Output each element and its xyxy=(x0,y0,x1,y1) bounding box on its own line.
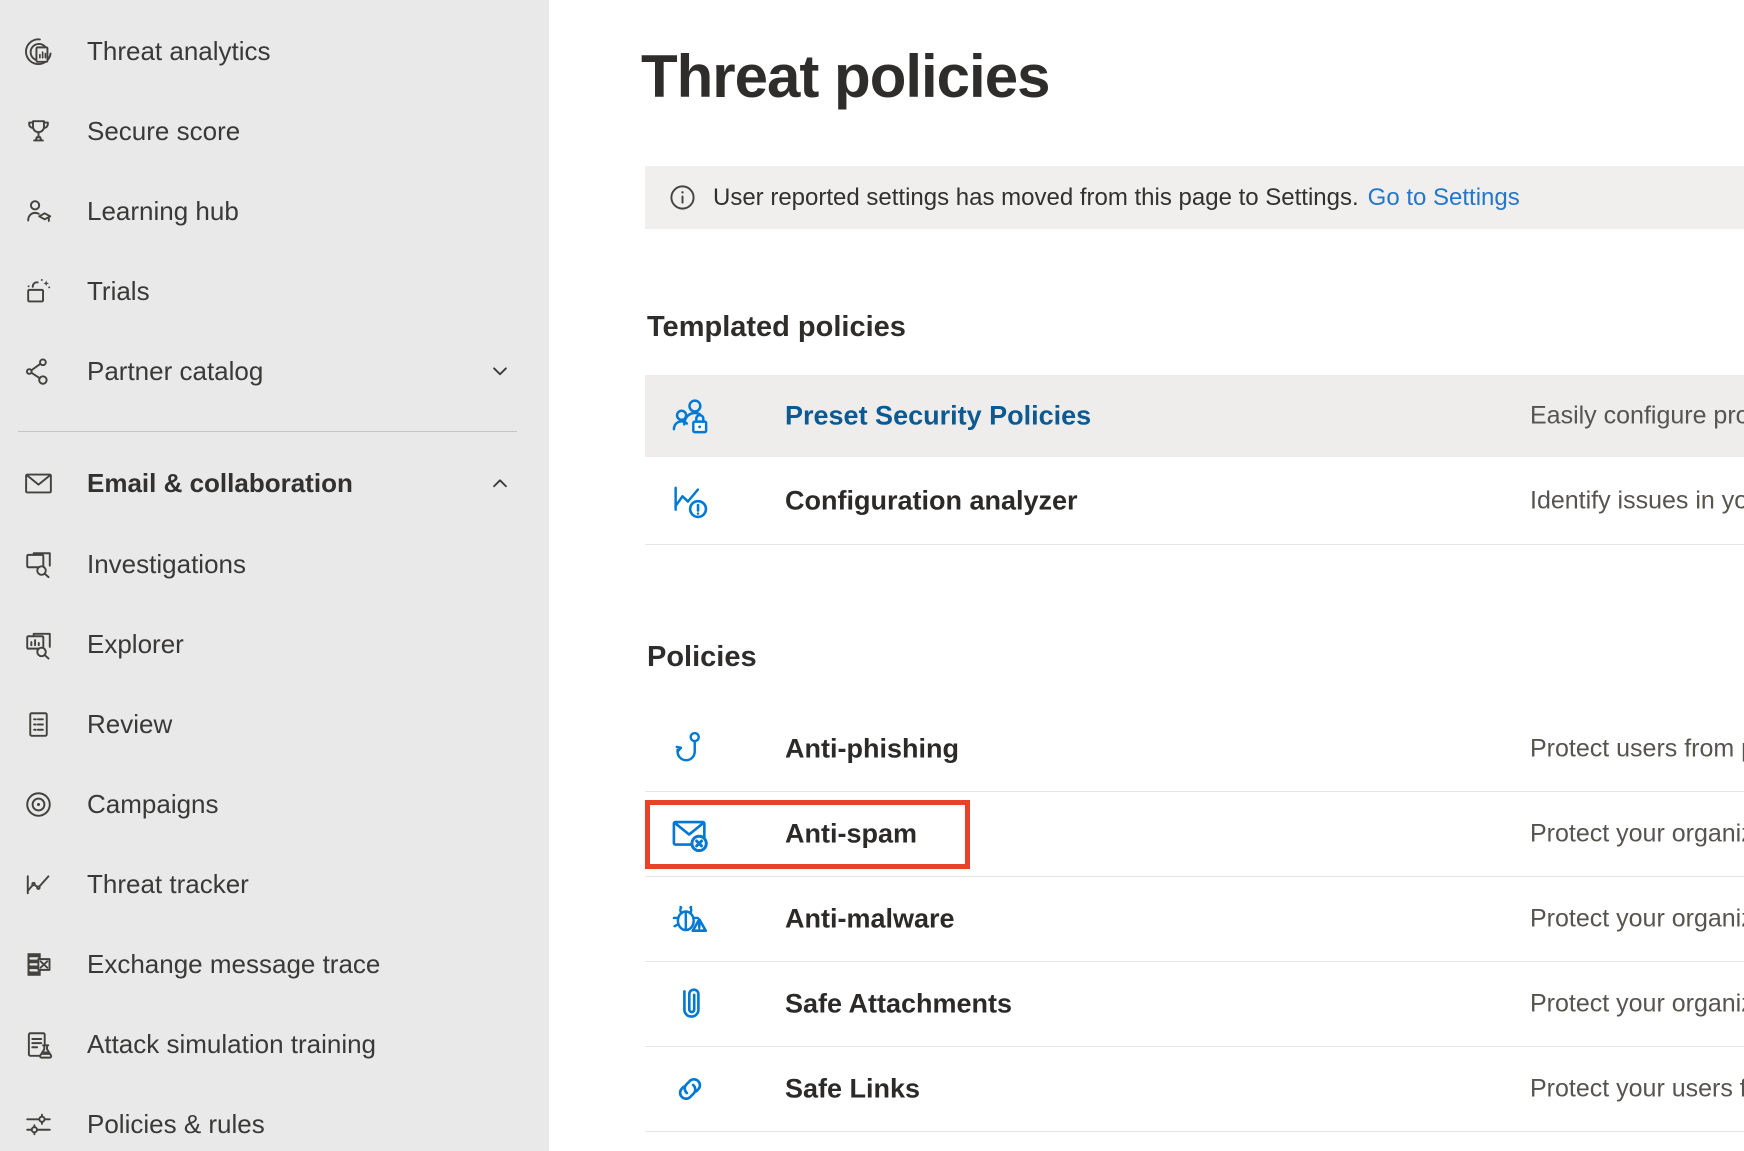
sidebar-item-label: Threat analytics xyxy=(87,36,271,67)
policy-row-safe-links[interactable]: Safe Links Protect your users fr xyxy=(645,1047,1744,1132)
sidebar-item-partner-catalog[interactable]: Partner catalog xyxy=(0,331,549,411)
policy-row-safe-attachments[interactable]: Safe Attachments Protect your organiz xyxy=(645,962,1744,1047)
sidebar-item-review[interactable]: Review xyxy=(0,684,549,764)
sidebar-item-label: Exchange message trace xyxy=(87,949,380,980)
policy-row-anti-phishing[interactable]: Anti-phishing Protect users from p xyxy=(645,707,1744,792)
policy-label[interactable]: Anti-malware xyxy=(785,904,955,935)
sidebar-item-explorer[interactable]: Explorer xyxy=(0,604,549,684)
sidebar-item-label: Learning hub xyxy=(87,196,239,227)
policy-label[interactable]: Safe Links xyxy=(785,1074,920,1105)
sidebar-item-label: Policies & rules xyxy=(87,1109,265,1140)
sidebar-item-label: Explorer xyxy=(87,629,184,660)
policy-row-preset-security-policies[interactable]: Preset Security Policies Easily configure… xyxy=(645,375,1744,457)
anti-spam-icon xyxy=(668,812,712,856)
sidebar-item-email-collaboration[interactable]: Email & collaboration xyxy=(0,443,549,523)
attack-simulation-icon xyxy=(22,1028,55,1061)
anti-phishing-icon xyxy=(668,727,712,771)
campaigns-icon xyxy=(22,788,55,821)
sidebar-item-threat-analytics[interactable]: Threat analytics xyxy=(0,11,549,91)
section-heading-templated-policies: Templated policies xyxy=(647,311,906,344)
sidebar-item-threat-tracker[interactable]: Threat tracker xyxy=(0,844,549,924)
trials-icon xyxy=(22,275,55,308)
sidebar-item-label: Secure score xyxy=(87,116,240,147)
sidebar-item-label: Attack simulation training xyxy=(87,1029,376,1060)
configuration-analyzer-icon xyxy=(668,479,712,523)
policy-description: Identify issues in you xyxy=(1530,486,1744,515)
policy-row-anti-spam[interactable]: Anti-spam Protect your organiz xyxy=(645,792,1744,877)
section-heading-policies: Policies xyxy=(647,641,757,674)
sidebar-item-secure-score[interactable]: Secure score xyxy=(0,91,549,171)
sidebar-item-label: Campaigns xyxy=(87,789,219,820)
policy-description: Protect users from p xyxy=(1530,735,1744,764)
anti-malware-icon xyxy=(668,897,712,941)
page-title: Threat policies xyxy=(641,42,1049,111)
sidebar-item-investigations[interactable]: Investigations xyxy=(0,524,549,604)
sidebar-item-label: Email & collaboration xyxy=(87,468,353,499)
policy-description: Protect your users fr xyxy=(1530,1075,1744,1104)
banner-text: User reported settings has moved from th… xyxy=(713,184,1359,212)
preset-security-icon xyxy=(668,394,712,438)
policy-description: Protect your organiz xyxy=(1530,820,1744,849)
sidebar: Threat analytics Secure score Learning hub… xyxy=(0,0,549,1151)
sidebar-item-label: Investigations xyxy=(87,549,246,580)
sidebar-divider xyxy=(18,431,517,432)
info-icon xyxy=(667,182,698,213)
email-icon xyxy=(22,467,55,500)
sidebar-item-label: Review xyxy=(87,709,172,740)
policy-label[interactable]: Anti-spam xyxy=(785,819,917,850)
policy-label[interactable]: Configuration analyzer xyxy=(785,485,1078,516)
policy-description: Protect your organiz xyxy=(1530,990,1744,1019)
sidebar-item-campaigns[interactable]: Campaigns xyxy=(0,764,549,844)
policies-rules-icon xyxy=(22,1108,55,1141)
info-banner: User reported settings has moved from th… xyxy=(645,166,1744,229)
secure-score-icon xyxy=(22,115,55,148)
policy-row-configuration-analyzer[interactable]: Configuration analyzer Identify issues in… xyxy=(645,457,1744,545)
partner-catalog-icon xyxy=(22,355,55,388)
threat-tracker-icon xyxy=(22,868,55,901)
chevron-up-icon xyxy=(487,470,513,496)
policy-label[interactable]: Anti-phishing xyxy=(785,734,959,765)
sidebar-item-exchange-message-trace[interactable]: Exchange message trace xyxy=(0,924,549,1004)
policy-description: Protect your organiz xyxy=(1530,905,1744,934)
threat-analytics-icon xyxy=(22,35,55,68)
sidebar-item-trials[interactable]: Trials xyxy=(0,251,549,331)
sidebar-item-label: Threat tracker xyxy=(87,869,249,900)
safe-links-icon xyxy=(668,1067,712,1111)
sidebar-item-label: Trials xyxy=(87,276,150,307)
sidebar-item-policies-rules[interactable]: Policies & rules xyxy=(0,1084,549,1151)
policy-description: Easily configure prot xyxy=(1530,402,1744,431)
policy-label[interactable]: Preset Security Policies xyxy=(785,401,1091,432)
go-to-settings-link[interactable]: Go to Settings xyxy=(1368,184,1520,212)
investigations-icon xyxy=(22,548,55,581)
main-content: Threat policies User reported settings h… xyxy=(549,0,1744,1151)
sidebar-item-label: Partner catalog xyxy=(87,356,263,387)
exchange-icon xyxy=(22,948,55,981)
explorer-icon xyxy=(22,628,55,661)
safe-attachments-icon xyxy=(668,982,712,1026)
sidebar-item-attack-simulation-training[interactable]: Attack simulation training xyxy=(0,1004,549,1084)
review-icon xyxy=(22,708,55,741)
learning-hub-icon xyxy=(22,195,55,228)
policy-row-anti-malware[interactable]: Anti-malware Protect your organiz xyxy=(645,877,1744,962)
chevron-down-icon xyxy=(487,358,513,384)
sidebar-item-learning-hub[interactable]: Learning hub xyxy=(0,171,549,251)
policy-label[interactable]: Safe Attachments xyxy=(785,989,1012,1020)
threat-policies-page: Threat analytics Secure score Learning hub… xyxy=(0,0,1744,1151)
